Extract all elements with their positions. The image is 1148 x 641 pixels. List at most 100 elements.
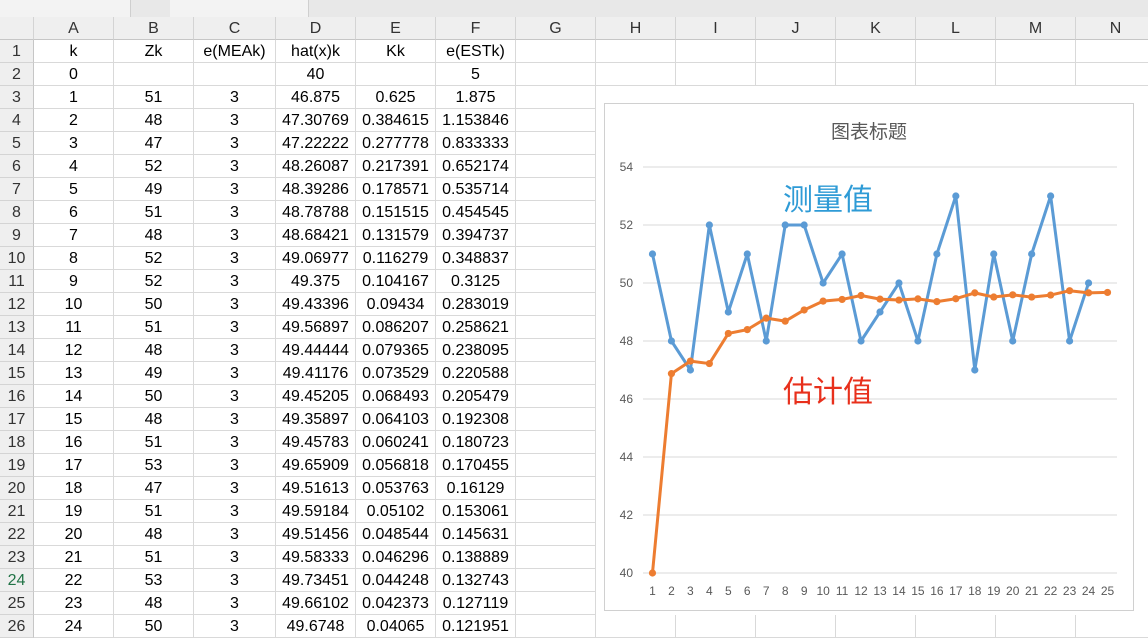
cell-l26[interactable] bbox=[916, 615, 996, 638]
cell-c5[interactable]: 3 bbox=[194, 132, 276, 155]
cell-g12[interactable] bbox=[516, 293, 596, 316]
cell-e22[interactable]: 0.048544 bbox=[356, 523, 436, 546]
column-header-n[interactable]: N bbox=[1076, 17, 1148, 40]
cell-f22[interactable]: 0.145631 bbox=[436, 523, 516, 546]
cell-j26[interactable] bbox=[756, 615, 836, 638]
cell-b19[interactable]: 53 bbox=[114, 454, 194, 477]
row-header[interactable]: 1 bbox=[0, 40, 34, 63]
column-header-m[interactable]: M bbox=[996, 17, 1076, 40]
cell-b11[interactable]: 52 bbox=[114, 270, 194, 293]
cell-g6[interactable] bbox=[516, 155, 596, 178]
cell-b5[interactable]: 47 bbox=[114, 132, 194, 155]
cell-c19[interactable]: 3 bbox=[194, 454, 276, 477]
cell-b14[interactable]: 48 bbox=[114, 339, 194, 362]
cell-e5[interactable]: 0.277778 bbox=[356, 132, 436, 155]
cell-c11[interactable]: 3 bbox=[194, 270, 276, 293]
row-header[interactable]: 22 bbox=[0, 523, 34, 546]
cell-a16[interactable]: 14 bbox=[34, 385, 114, 408]
row-header[interactable]: 11 bbox=[0, 270, 34, 293]
cell-c12[interactable]: 3 bbox=[194, 293, 276, 316]
cell-g18[interactable] bbox=[516, 431, 596, 454]
cell-d5[interactable]: 47.22222 bbox=[276, 132, 356, 155]
cell-f19[interactable]: 0.170455 bbox=[436, 454, 516, 477]
cell-c18[interactable]: 3 bbox=[194, 431, 276, 454]
cell-f11[interactable]: 0.3125 bbox=[436, 270, 516, 293]
cell-b21[interactable]: 51 bbox=[114, 500, 194, 523]
cell-d12[interactable]: 49.43396 bbox=[276, 293, 356, 316]
row-header[interactable]: 9 bbox=[0, 224, 34, 247]
cell-d13[interactable]: 49.56897 bbox=[276, 316, 356, 339]
cell-e24[interactable]: 0.044248 bbox=[356, 569, 436, 592]
cell-e18[interactable]: 0.060241 bbox=[356, 431, 436, 454]
cell-f15[interactable]: 0.220588 bbox=[436, 362, 516, 385]
cell-a10[interactable]: 8 bbox=[34, 247, 114, 270]
cell-e11[interactable]: 0.104167 bbox=[356, 270, 436, 293]
row-header[interactable]: 6 bbox=[0, 155, 34, 178]
row-header[interactable]: 18 bbox=[0, 431, 34, 454]
cell-c10[interactable]: 3 bbox=[194, 247, 276, 270]
column-header-b[interactable]: B bbox=[114, 17, 194, 40]
column-header-j[interactable]: J bbox=[756, 17, 836, 40]
cell-c17[interactable]: 3 bbox=[194, 408, 276, 431]
cell-a2[interactable]: 0 bbox=[34, 63, 114, 86]
cell-b24[interactable]: 53 bbox=[114, 569, 194, 592]
cell-m2[interactable] bbox=[996, 63, 1076, 86]
cell-f5[interactable]: 0.833333 bbox=[436, 132, 516, 155]
cell-d7[interactable]: 48.39286 bbox=[276, 178, 356, 201]
cell-g10[interactable] bbox=[516, 247, 596, 270]
cell-g17[interactable] bbox=[516, 408, 596, 431]
cell-f18[interactable]: 0.180723 bbox=[436, 431, 516, 454]
cell-c9[interactable]: 3 bbox=[194, 224, 276, 247]
cell-c26[interactable]: 3 bbox=[194, 615, 276, 638]
cell-e20[interactable]: 0.053763 bbox=[356, 477, 436, 500]
cell-f16[interactable]: 0.205479 bbox=[436, 385, 516, 408]
cell-f17[interactable]: 0.192308 bbox=[436, 408, 516, 431]
cell-b26[interactable]: 50 bbox=[114, 615, 194, 638]
cell-c8[interactable]: 3 bbox=[194, 201, 276, 224]
cell-m1[interactable] bbox=[996, 40, 1076, 63]
cell-g14[interactable] bbox=[516, 339, 596, 362]
cell-a17[interactable]: 15 bbox=[34, 408, 114, 431]
cell-f21[interactable]: 0.153061 bbox=[436, 500, 516, 523]
cell-a13[interactable]: 11 bbox=[34, 316, 114, 339]
cell-d21[interactable]: 49.59184 bbox=[276, 500, 356, 523]
cell-n1[interactable] bbox=[1076, 40, 1148, 63]
cell-c15[interactable]: 3 bbox=[194, 362, 276, 385]
row-header[interactable]: 24 bbox=[0, 569, 34, 592]
cell-a3[interactable]: 1 bbox=[34, 86, 114, 109]
cell-d22[interactable]: 49.51456 bbox=[276, 523, 356, 546]
cell-b13[interactable]: 51 bbox=[114, 316, 194, 339]
cell-g15[interactable] bbox=[516, 362, 596, 385]
cell-b23[interactable]: 51 bbox=[114, 546, 194, 569]
cell-e26[interactable]: 0.04065 bbox=[356, 615, 436, 638]
cell-a9[interactable]: 7 bbox=[34, 224, 114, 247]
cell-a4[interactable]: 2 bbox=[34, 109, 114, 132]
cell-d26[interactable]: 49.6748 bbox=[276, 615, 356, 638]
cell-g4[interactable] bbox=[516, 109, 596, 132]
cell-g20[interactable] bbox=[516, 477, 596, 500]
cell-d4[interactable]: 47.30769 bbox=[276, 109, 356, 132]
cell-b2[interactable] bbox=[114, 63, 194, 86]
cell-c16[interactable]: 3 bbox=[194, 385, 276, 408]
cell-a20[interactable]: 18 bbox=[34, 477, 114, 500]
cell-f23[interactable]: 0.138889 bbox=[436, 546, 516, 569]
row-header[interactable]: 7 bbox=[0, 178, 34, 201]
cell-c20[interactable]: 3 bbox=[194, 477, 276, 500]
cell-e2[interactable] bbox=[356, 63, 436, 86]
cell-j2[interactable] bbox=[756, 63, 836, 86]
cell-g11[interactable] bbox=[516, 270, 596, 293]
row-header[interactable]: 2 bbox=[0, 63, 34, 86]
cell-e19[interactable]: 0.056818 bbox=[356, 454, 436, 477]
cell-a7[interactable]: 5 bbox=[34, 178, 114, 201]
cell-g21[interactable] bbox=[516, 500, 596, 523]
cell-e14[interactable]: 0.079365 bbox=[356, 339, 436, 362]
column-header-e[interactable]: E bbox=[356, 17, 436, 40]
cell-b10[interactable]: 52 bbox=[114, 247, 194, 270]
cell-g2[interactable] bbox=[516, 63, 596, 86]
cell-g16[interactable] bbox=[516, 385, 596, 408]
cell-f24[interactable]: 0.132743 bbox=[436, 569, 516, 592]
row-header[interactable]: 8 bbox=[0, 201, 34, 224]
column-header-c[interactable]: C bbox=[194, 17, 276, 40]
cell-b15[interactable]: 49 bbox=[114, 362, 194, 385]
row-header[interactable]: 17 bbox=[0, 408, 34, 431]
